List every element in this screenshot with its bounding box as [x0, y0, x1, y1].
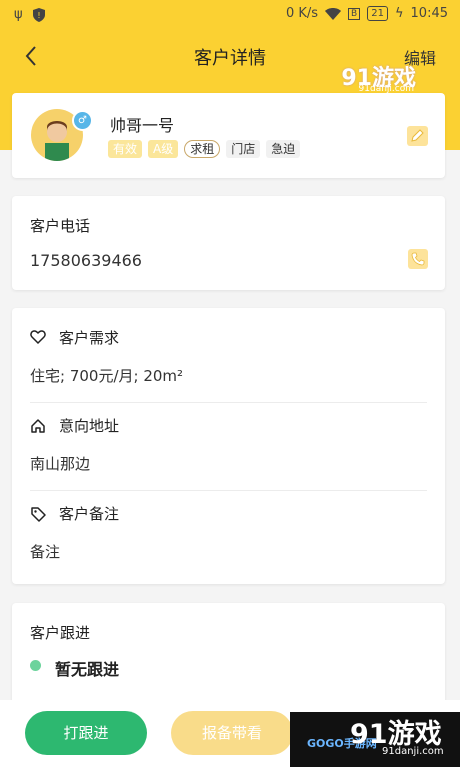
customer-card: ♂ 帅哥一号 有效 A级 求租 门店 急迫 [12, 93, 445, 178]
remark-value: 备注 [30, 543, 61, 561]
details-card: 客户需求 住宅; 700元/月; 20m² 意向地址 南山那边 客户备注 备注 [12, 308, 445, 584]
tag-rent: 求租 [184, 140, 221, 158]
wifi-icon [325, 7, 342, 20]
tag-grade: A级 [148, 140, 179, 158]
home-icon [31, 419, 45, 433]
phone-card: 客户电话 17580639466 [12, 196, 445, 290]
address-value: 南山那边 [30, 455, 91, 473]
customer-tags: 有效 A级 求租 门店 急迫 [108, 140, 301, 158]
shield-icon: ! [32, 7, 45, 22]
battery-indicator: 21 [367, 6, 388, 21]
svg-text:!: ! [37, 11, 40, 20]
remark-label: 客户备注 [59, 505, 120, 523]
tag-store: 门店 [226, 140, 261, 158]
address-label: 意向地址 [59, 417, 120, 435]
requirement-label: 客户需求 [59, 329, 120, 347]
phone-icon[interactable] [408, 249, 428, 269]
follow-label: 客户跟进 [30, 624, 91, 642]
divider [30, 490, 427, 491]
divider [30, 402, 427, 403]
phone-label: 客户电话 [30, 217, 91, 235]
phone-number[interactable]: 17580639466 [30, 251, 142, 270]
pencil-icon[interactable] [407, 126, 428, 146]
tag-valid: 有效 [108, 140, 143, 158]
clock: 10:45 [410, 6, 448, 21]
sim-icon: B [348, 7, 361, 20]
usb-icon: ψ [14, 7, 23, 22]
requirement-value: 住宅; 700元/月; 20m² [30, 367, 184, 385]
network-speed: 0 K/s [285, 6, 319, 21]
status-bar: ψ ! 0 K/s B 21 ϟ 10:45 [0, 0, 460, 30]
tag-urgent: 急迫 [266, 140, 301, 158]
watermark-url-bottom: 91danji.com [382, 746, 444, 757]
heart-icon [30, 330, 46, 345]
follow-card: 客户跟进 暂无跟进 [12, 603, 445, 713]
follow-up-button[interactable]: 打跟进 [25, 711, 147, 755]
tag-icon [31, 507, 46, 522]
male-gender-icon: ♂ [72, 110, 93, 131]
customer-name: 帅哥一号 [110, 116, 175, 135]
charging-icon: ϟ [394, 6, 404, 21]
status-dot [30, 660, 41, 671]
follow-status: 暂无跟进 [55, 660, 120, 679]
report-viewing-button[interactable]: 报备带看 [171, 711, 293, 755]
